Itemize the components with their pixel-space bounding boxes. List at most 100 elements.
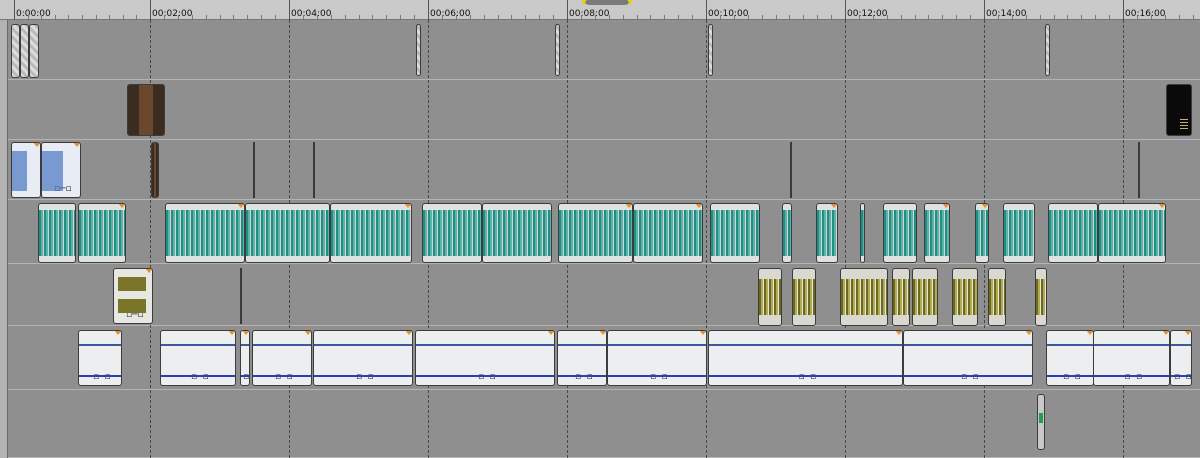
fade-handle-icon[interactable] xyxy=(942,204,949,208)
video-event[interactable] xyxy=(1166,84,1192,136)
audio-event[interactable]: ▫─▫ xyxy=(313,330,413,386)
event-fx-icon[interactable]: ▫─▫ xyxy=(478,373,496,382)
event-fx-icon[interactable]: ▫─▫ xyxy=(1174,373,1191,382)
track-2[interactable] xyxy=(8,80,1200,140)
fade-handle-icon[interactable] xyxy=(237,204,244,208)
fade-handle-icon[interactable] xyxy=(695,204,702,208)
fade-handle-icon[interactable] xyxy=(304,331,311,335)
audio-event[interactable]: ▫─▫ xyxy=(113,268,153,324)
fade-handle-icon[interactable] xyxy=(228,331,235,335)
event-marker[interactable] xyxy=(313,142,315,198)
audio-event[interactable] xyxy=(952,268,978,326)
audio-event[interactable] xyxy=(1003,203,1035,263)
fade-handle-icon[interactable] xyxy=(547,331,554,335)
fade-handle-icon[interactable] xyxy=(73,143,80,147)
audio-event[interactable]: ▫─▫ xyxy=(415,330,555,386)
audio-event[interactable] xyxy=(816,203,838,263)
track-header-edge[interactable] xyxy=(0,0,8,458)
still-event[interactable] xyxy=(20,24,29,78)
event-marker[interactable] xyxy=(240,268,242,324)
audio-event[interactable]: ▫─▫ xyxy=(1093,330,1170,386)
audio-event[interactable]: ▫─▫ xyxy=(607,330,707,386)
audio-event[interactable] xyxy=(78,203,126,263)
audio-event[interactable] xyxy=(633,203,703,263)
audio-event[interactable]: ▫─▫ xyxy=(252,330,312,386)
track-3[interactable] xyxy=(8,140,1200,200)
audio-event[interactable]: ▫─▫ xyxy=(78,330,122,386)
fade-handle-icon[interactable] xyxy=(145,269,152,273)
event-fx-icon[interactable]: ▫─▫ xyxy=(575,373,593,382)
audio-event[interactable] xyxy=(245,203,330,263)
event-fx-icon[interactable]: ▫─▫ xyxy=(191,373,209,382)
audio-event[interactable] xyxy=(840,268,888,326)
audio-event[interactable] xyxy=(482,203,552,263)
audio-event[interactable] xyxy=(151,142,159,198)
audio-event[interactable] xyxy=(883,203,917,263)
fade-handle-icon[interactable] xyxy=(599,331,606,335)
audio-event[interactable] xyxy=(1037,394,1045,450)
audio-event[interactable] xyxy=(710,203,760,263)
fade-handle-icon[interactable] xyxy=(625,204,632,208)
still-event[interactable] xyxy=(416,24,421,76)
fade-handle-icon[interactable] xyxy=(242,331,249,335)
audio-event[interactable]: ▫─▫ xyxy=(240,330,250,386)
audio-event[interactable]: ▫─▫ xyxy=(1046,330,1094,386)
event-fx-icon[interactable]: ▫─▫ xyxy=(126,311,144,320)
audio-event[interactable] xyxy=(38,203,76,263)
audio-event[interactable] xyxy=(975,203,989,263)
event-fx-icon[interactable]: ▫─▫ xyxy=(275,373,293,382)
fade-handle-icon[interactable] xyxy=(33,143,40,147)
fade-handle-icon[interactable] xyxy=(830,204,837,208)
track-5[interactable] xyxy=(8,264,1200,326)
audio-event[interactable]: ▫─▫ xyxy=(557,330,607,386)
track-7[interactable] xyxy=(8,390,1200,458)
audio-event[interactable]: ▫─▫ xyxy=(1170,330,1192,386)
event-fx-icon[interactable]: ▫─▫ xyxy=(243,373,249,382)
audio-event[interactable] xyxy=(912,268,938,326)
audio-event[interactable] xyxy=(758,268,782,326)
fade-handle-icon[interactable] xyxy=(981,204,988,208)
audio-event[interactable] xyxy=(11,142,41,198)
still-event[interactable] xyxy=(11,24,20,78)
still-event[interactable] xyxy=(1045,24,1050,76)
audio-event[interactable] xyxy=(792,268,816,326)
audio-event[interactable] xyxy=(1035,268,1047,326)
audio-event[interactable] xyxy=(422,203,482,263)
audio-event[interactable] xyxy=(988,268,1006,326)
fade-handle-icon[interactable] xyxy=(405,331,412,335)
audio-event[interactable]: ▫─▫ xyxy=(903,330,1033,386)
fade-handle-icon[interactable] xyxy=(1184,331,1191,335)
audio-event[interactable] xyxy=(558,203,633,263)
fade-handle-icon[interactable] xyxy=(1025,331,1032,335)
video-event[interactable] xyxy=(127,84,165,136)
fade-handle-icon[interactable] xyxy=(895,331,902,335)
still-event[interactable] xyxy=(29,24,39,78)
event-marker[interactable] xyxy=(253,142,255,198)
event-fx-icon[interactable]: ▫─▫ xyxy=(54,185,72,194)
event-marker[interactable] xyxy=(1138,142,1140,198)
fade-handle-icon[interactable] xyxy=(699,331,706,335)
fade-handle-icon[interactable] xyxy=(118,204,125,208)
playhead-marker[interactable] xyxy=(581,0,633,5)
audio-event[interactable] xyxy=(165,203,245,263)
event-fx-icon[interactable]: ▫─▫ xyxy=(1063,373,1081,382)
still-event[interactable] xyxy=(708,24,713,76)
fade-handle-icon[interactable] xyxy=(1158,204,1165,208)
event-fx-icon[interactable]: ▫─▫ xyxy=(961,373,979,382)
fade-handle-icon[interactable] xyxy=(404,204,411,208)
audio-event[interactable] xyxy=(782,203,792,263)
event-marker[interactable] xyxy=(790,142,792,198)
audio-event[interactable]: ▫─▫ xyxy=(160,330,236,386)
fade-handle-icon[interactable] xyxy=(114,331,121,335)
event-fx-icon[interactable]: ▫─▫ xyxy=(650,373,668,382)
audio-event[interactable] xyxy=(892,268,910,326)
audio-event[interactable] xyxy=(1098,203,1166,263)
audio-event[interactable] xyxy=(924,203,950,263)
audio-event[interactable] xyxy=(1048,203,1098,263)
event-fx-icon[interactable]: ▫─▫ xyxy=(799,373,817,382)
audio-event[interactable]: ▫─▫ xyxy=(41,142,81,198)
audio-event[interactable] xyxy=(330,203,412,263)
audio-event[interactable]: ▫─▫ xyxy=(708,330,903,386)
event-fx-icon[interactable]: ▫─▫ xyxy=(1125,373,1143,382)
audio-event[interactable] xyxy=(860,203,865,263)
